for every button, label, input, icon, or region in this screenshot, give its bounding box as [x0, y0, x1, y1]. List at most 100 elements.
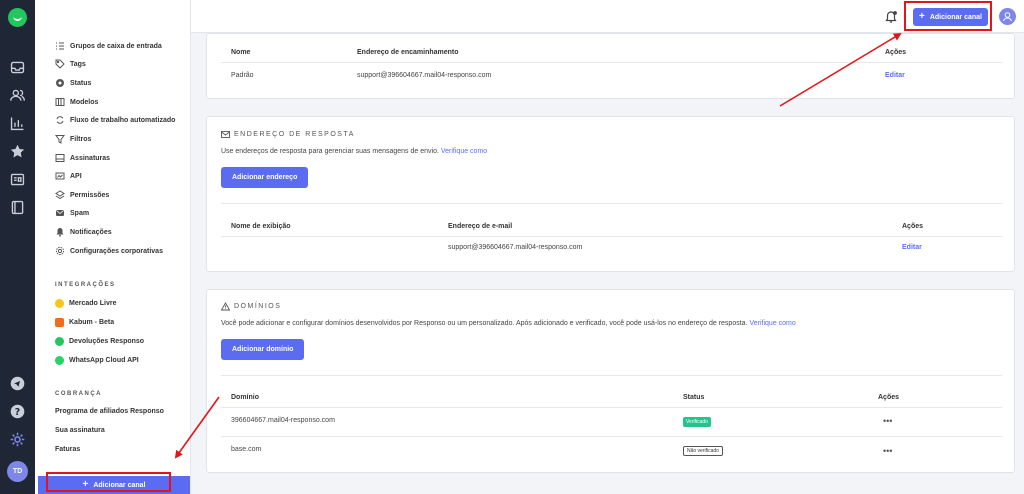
workflow-icon — [55, 115, 65, 125]
layers-icon — [55, 190, 65, 200]
tag-icon — [55, 59, 65, 69]
divider — [221, 62, 1002, 63]
sidebar-item-label: WhatsApp Cloud API — [69, 356, 139, 364]
sidebar-item-label: Modelos — [70, 98, 99, 106]
domain-row-name: base.com — [231, 446, 262, 453]
sidebar-item-whatsapp[interactable]: WhatsApp Cloud API — [55, 353, 139, 367]
sidebar-item-devolucoes[interactable]: Devoluções Responso — [55, 334, 144, 348]
add-address-button[interactable]: Adicionar endereço — [221, 167, 309, 188]
sidebar-item-subscription[interactable]: Sua assinatura — [55, 427, 105, 434]
col-email-header: Endereço de e-mail — [448, 223, 513, 230]
list-icon — [55, 41, 65, 51]
add-domain-button[interactable]: Adicionar domínio — [221, 339, 305, 360]
filter-icon — [55, 134, 65, 144]
domains-card: DOMÍNIOS Você pode adicionar e configura… — [206, 289, 1015, 473]
svg-text:?: ? — [15, 407, 20, 418]
reports-icon[interactable] — [9, 115, 26, 132]
contacts-icon[interactable] — [9, 87, 26, 104]
api-icon — [55, 171, 65, 181]
domains-title-text: DOMÍNIOS — [234, 303, 282, 310]
sidebar-item-workflows[interactable]: Fluxo de trabalho automatizado — [55, 113, 175, 127]
sidebar-item-templates[interactable]: Modelos — [55, 95, 98, 109]
domains-learn-more-link[interactable]: Verifique como — [749, 320, 795, 327]
sidebar-item-label: Grupos de caixa de entrada — [70, 42, 162, 50]
reply-learn-more-link[interactable]: Verifique como — [441, 148, 487, 155]
template-icon — [55, 97, 65, 107]
mercado-livre-icon — [55, 298, 64, 308]
logo-icon[interactable] — [8, 8, 27, 27]
warning-icon — [221, 302, 230, 311]
sidebar-item-label: Filtros — [70, 135, 92, 143]
forwarding-edit-link[interactable]: Editar — [885, 72, 905, 79]
col-actions-header: Ações — [885, 49, 907, 56]
col-domain-header: Domínio — [231, 394, 259, 401]
sidebar-item-mercado-livre[interactable]: Mercado Livre — [55, 296, 116, 310]
sidebar-item-corporate-settings[interactable]: Configurações corporativas — [55, 244, 163, 258]
reply-title-text: ENDEREÇO DE RESPOSTA — [234, 131, 355, 138]
sidebar-item-label: Tags — [70, 60, 86, 68]
sidebar-item-label: Permissões — [70, 191, 110, 199]
help-icon[interactable]: ? — [9, 403, 26, 420]
divider — [221, 375, 1002, 376]
sidebar-item-notifications[interactable]: Notificações — [55, 225, 112, 239]
kabum-icon — [55, 317, 64, 327]
broadcast-icon[interactable] — [9, 375, 26, 392]
billing-heading: COBRANÇA — [55, 391, 102, 397]
user-menu-icon[interactable] — [999, 8, 1016, 25]
sidebar-item-label: Fluxo de trabalho automatizado — [70, 116, 176, 124]
bell-icon — [55, 227, 65, 237]
app-rail: ? TD — [0, 0, 35, 494]
notifications-bell-icon[interactable] — [884, 10, 898, 24]
sidebar-item-affiliates[interactable]: Programa de afiliados Responso — [55, 408, 164, 415]
whatsapp-icon — [55, 355, 64, 365]
star-icon[interactable] — [9, 143, 26, 160]
sidebar-item-invoices[interactable]: Faturas — [55, 446, 80, 453]
col-display-name-header: Nome de exibição — [231, 223, 291, 230]
forwarding-card: Nome Endereço de encaminhamento Ações Pa… — [206, 33, 1015, 99]
col-forwarding-address-header: Endereço de encaminhamento — [357, 49, 459, 56]
col-actions-header: Ações — [902, 223, 924, 230]
status-icon — [55, 78, 65, 88]
row-actions-menu-icon[interactable]: ••• — [883, 446, 892, 456]
integrations-heading: INTEGRAÇÕES — [55, 282, 116, 288]
status-badge: Não verificado — [683, 446, 723, 456]
reply-row-email: support@396604667.mail04-responso.com — [448, 244, 583, 251]
top-bar: + Adicionar canal — [191, 0, 1024, 33]
settings-icon[interactable] — [9, 431, 26, 448]
col-name-header: Nome — [231, 49, 251, 56]
forwarding-row-address: support@396604667.mail04-responso.com — [357, 72, 492, 79]
sidebar-item-filters[interactable]: Filtros — [55, 132, 91, 146]
divider — [221, 407, 1002, 408]
col-actions-header: Ações — [878, 394, 900, 401]
sidebar-item-inbox-groups[interactable]: Grupos de caixa de entrada — [55, 39, 162, 53]
domains-description-text: Você pode adicionar e configurar domínio… — [221, 320, 748, 327]
channels-icon[interactable] — [9, 171, 26, 188]
reply-description: Use endereços de resposta para gerenciar… — [221, 148, 487, 155]
domains-section-title: DOMÍNIOS — [221, 302, 281, 311]
sidebar-item-tags[interactable]: Tags — [55, 57, 86, 71]
domain-row-name: 396604667.mail04-responso.com — [231, 417, 335, 424]
sidebar-item-signatures[interactable]: Assinaturas — [55, 151, 110, 165]
sidebar-item-api[interactable]: API — [55, 169, 82, 183]
highlight-box-sidebar — [46, 472, 171, 492]
notebook-icon[interactable] — [9, 199, 26, 216]
domains-description: Você pode adicionar e configurar domínio… — [221, 320, 796, 327]
sidebar-item-label: Devoluções Responso — [69, 337, 145, 345]
row-actions-menu-icon[interactable]: ••• — [883, 416, 892, 426]
divider — [221, 436, 1002, 437]
sidebar-item-status[interactable]: Status — [55, 76, 91, 90]
inbox-icon[interactable] — [9, 59, 26, 76]
settings-sidebar: Grupos de caixa de entrada Tags Status M… — [35, 0, 191, 494]
gear-icon — [55, 246, 65, 256]
sidebar-item-label: Mercado Livre — [69, 299, 117, 307]
avatar[interactable]: TD — [7, 461, 28, 482]
sidebar-item-label: Spam — [70, 209, 90, 217]
sidebar-item-permissions[interactable]: Permissões — [55, 188, 109, 202]
sidebar-item-label: Assinaturas — [70, 154, 111, 162]
sidebar-item-kabum[interactable]: Kabum - Beta — [55, 315, 114, 329]
highlight-box-top — [904, 1, 992, 31]
reply-edit-link[interactable]: Editar — [902, 244, 922, 251]
forwarding-row-name: Padrão — [231, 72, 254, 79]
sidebar-item-spam[interactable]: Spam — [55, 206, 89, 220]
signature-icon — [55, 153, 65, 163]
